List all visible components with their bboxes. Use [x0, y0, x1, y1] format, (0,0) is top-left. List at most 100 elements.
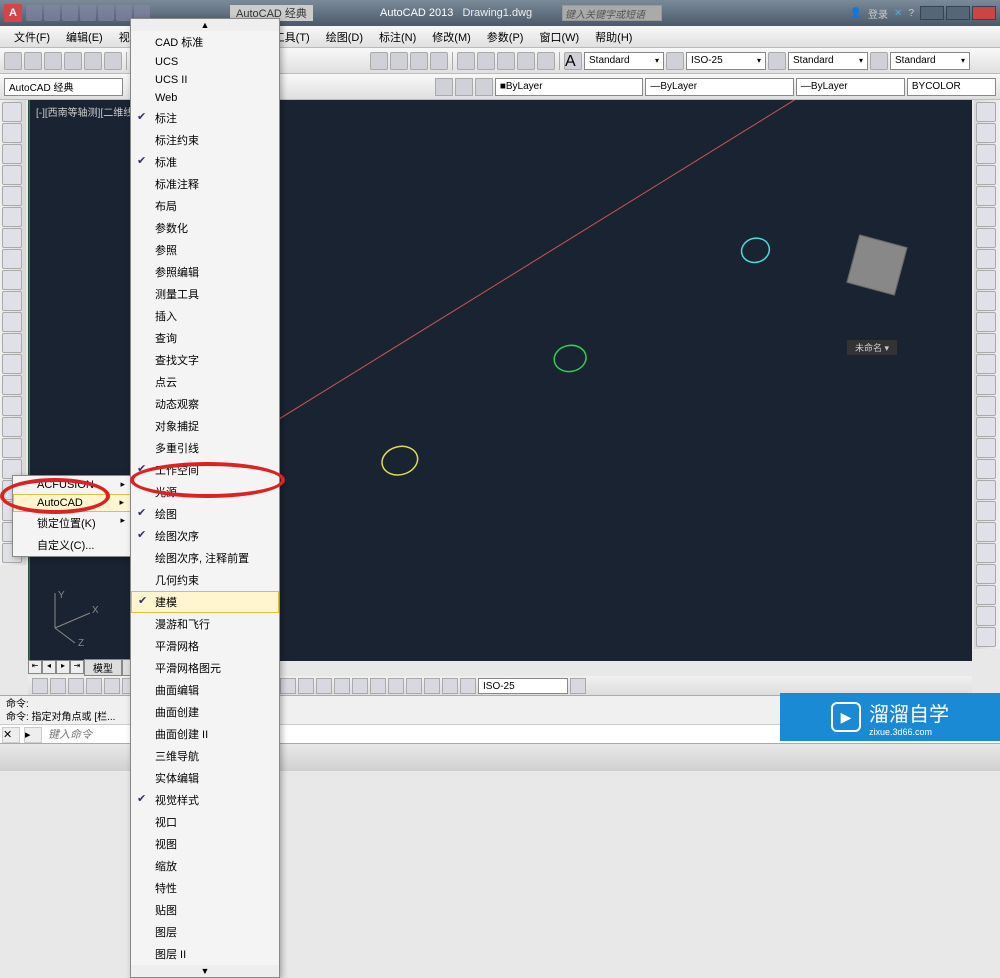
- toolbar-menu-item-7[interactable]: 标准注释: [131, 173, 279, 195]
- print-icon[interactable]: [64, 52, 82, 70]
- toolbar-menu-item-28[interactable]: 平滑网格: [131, 635, 279, 657]
- minimize-button[interactable]: [920, 6, 944, 20]
- toolbar-menu-item-37[interactable]: 视图: [131, 833, 279, 855]
- table-style-combo[interactable]: Standard: [788, 52, 868, 70]
- tab-last-icon[interactable]: ⇥: [70, 660, 84, 674]
- modify-tool-24[interactable]: [976, 606, 996, 626]
- toolbar-menu-item-13[interactable]: 插入: [131, 305, 279, 327]
- dim-ord-icon[interactable]: [86, 678, 102, 694]
- tab-first-icon[interactable]: ⇤: [28, 660, 42, 674]
- context-item-3[interactable]: 自定义(C)...: [13, 534, 131, 556]
- dim-insp-icon[interactable]: [406, 678, 422, 694]
- toolbar-menu-item-31[interactable]: 曲面创建: [131, 701, 279, 723]
- toolbar-menu-item-15[interactable]: 查找文字: [131, 349, 279, 371]
- qat-saveas-icon[interactable]: [80, 5, 96, 21]
- draw-tool-12[interactable]: [2, 354, 22, 374]
- modify-tool-23[interactable]: [976, 585, 996, 605]
- dim-update-icon[interactable]: [570, 678, 586, 694]
- draw-tool-13[interactable]: [2, 375, 22, 395]
- modify-tool-7[interactable]: [976, 249, 996, 269]
- layer-state-icon[interactable]: [475, 78, 493, 96]
- viewcube-label[interactable]: 未命名 ▾: [847, 340, 897, 355]
- modify-tool-18[interactable]: [976, 480, 996, 500]
- modify-tool-20[interactable]: [976, 522, 996, 542]
- draw-tool-11[interactable]: [2, 333, 22, 353]
- context-item-1[interactable]: AutoCAD▸: [13, 494, 131, 512]
- dim-edit-icon[interactable]: [442, 678, 458, 694]
- toolbar-menu-item-25[interactable]: 几何约束: [131, 569, 279, 591]
- dim-rad-icon[interactable]: [104, 678, 120, 694]
- tab-model[interactable]: 模型: [84, 659, 122, 676]
- toolbar-menu-item-22[interactable]: 绘图✔: [131, 503, 279, 525]
- help-search[interactable]: 键入关键字或短语: [562, 5, 662, 21]
- close-button[interactable]: [972, 6, 996, 20]
- pan-icon[interactable]: [370, 52, 388, 70]
- modify-tool-2[interactable]: [976, 144, 996, 164]
- modify-tool-9[interactable]: [976, 291, 996, 311]
- modify-tool-3[interactable]: [976, 165, 996, 185]
- toolbar-menu-item-27[interactable]: 漫游和飞行: [131, 613, 279, 635]
- modify-tool-13[interactable]: [976, 375, 996, 395]
- modify-tool-5[interactable]: [976, 207, 996, 227]
- modify-tool-8[interactable]: [976, 270, 996, 290]
- toolbar-menu-item-1[interactable]: UCS: [131, 53, 279, 71]
- context-item-0[interactable]: ACFUSION▸: [13, 476, 131, 494]
- text-style-combo[interactable]: Standard: [584, 52, 664, 70]
- toolbar-menu-item-21[interactable]: 光源: [131, 481, 279, 503]
- modify-tool-21[interactable]: [976, 543, 996, 563]
- modify-tool-10[interactable]: [976, 312, 996, 332]
- plotcolor-combo[interactable]: BYCOLOR: [907, 78, 996, 96]
- modify-tool-19[interactable]: [976, 501, 996, 521]
- toolbar-menu-item-14[interactable]: 查询: [131, 327, 279, 349]
- qat-open-icon[interactable]: [44, 5, 60, 21]
- modify-tool-16[interactable]: [976, 438, 996, 458]
- command-arrow-icon[interactable]: ▸: [24, 727, 42, 743]
- viewcube[interactable]: 未命名 ▾: [837, 230, 917, 310]
- toolbar-menu-item-10[interactable]: 参照: [131, 239, 279, 261]
- app-logo[interactable]: A: [4, 4, 22, 22]
- toolbar-menu-item-19[interactable]: 多重引线: [131, 437, 279, 459]
- linetype-combo[interactable]: — ByLayer: [645, 78, 794, 96]
- toolbar-menu-item-18[interactable]: 对象捕捉: [131, 415, 279, 437]
- tablestyle-icon[interactable]: [768, 52, 786, 70]
- menu-scroll-down[interactable]: ▼: [131, 965, 279, 977]
- modify-tool-6[interactable]: [976, 228, 996, 248]
- modify-tool-15[interactable]: [976, 417, 996, 437]
- toolbar-menu-item-36[interactable]: 视口: [131, 811, 279, 833]
- modify-tool-0[interactable]: [976, 102, 996, 122]
- open-icon[interactable]: [24, 52, 42, 70]
- modify-tool-11[interactable]: [976, 333, 996, 353]
- toolbar-menu-item-33[interactable]: 三维导航: [131, 745, 279, 767]
- dim-aligned-icon[interactable]: [50, 678, 66, 694]
- draw-tool-5[interactable]: [2, 207, 22, 227]
- toolbar-menu-item-38[interactable]: 缩放: [131, 855, 279, 877]
- dim-quick-icon[interactable]: [280, 678, 296, 694]
- toolbar-menu-item-2[interactable]: UCS II: [131, 71, 279, 89]
- dim-break-icon[interactable]: [352, 678, 368, 694]
- menu-item-7[interactable]: 标注(N): [371, 29, 424, 45]
- calc-icon[interactable]: [517, 52, 535, 70]
- toolbar-menu-item-26[interactable]: 建模✔: [131, 591, 279, 613]
- login-link[interactable]: 登录: [868, 6, 888, 21]
- toolbar-menu-item-30[interactable]: 曲面编辑: [131, 679, 279, 701]
- draw-tool-2[interactable]: [2, 144, 22, 164]
- qat-new-icon[interactable]: [26, 5, 42, 21]
- zoom-window-icon[interactable]: [410, 52, 428, 70]
- menu-item-8[interactable]: 修改(M): [424, 29, 479, 45]
- dim-tedit-icon[interactable]: [460, 678, 476, 694]
- draw-tool-3[interactable]: [2, 165, 22, 185]
- toolbar-menu-item-16[interactable]: 点云: [131, 371, 279, 393]
- sheet-icon[interactable]: [477, 52, 495, 70]
- draw-tool-16[interactable]: [2, 438, 22, 458]
- toolbar-menu-item-42[interactable]: 图层 II: [131, 943, 279, 965]
- menu-item-1[interactable]: 编辑(E): [58, 29, 111, 45]
- draw-tool-9[interactable]: [2, 291, 22, 311]
- context-item-2[interactable]: 锁定位置(K)▸: [13, 512, 131, 534]
- layer-color-combo[interactable]: ■ ByLayer: [495, 78, 644, 96]
- draw-tool-0[interactable]: [2, 102, 22, 122]
- tab-next-icon[interactable]: ▸: [56, 660, 70, 674]
- zoom-icon[interactable]: [390, 52, 408, 70]
- dim-space-icon[interactable]: [334, 678, 350, 694]
- layer-icon[interactable]: [435, 78, 453, 96]
- modify-tool-12[interactable]: [976, 354, 996, 374]
